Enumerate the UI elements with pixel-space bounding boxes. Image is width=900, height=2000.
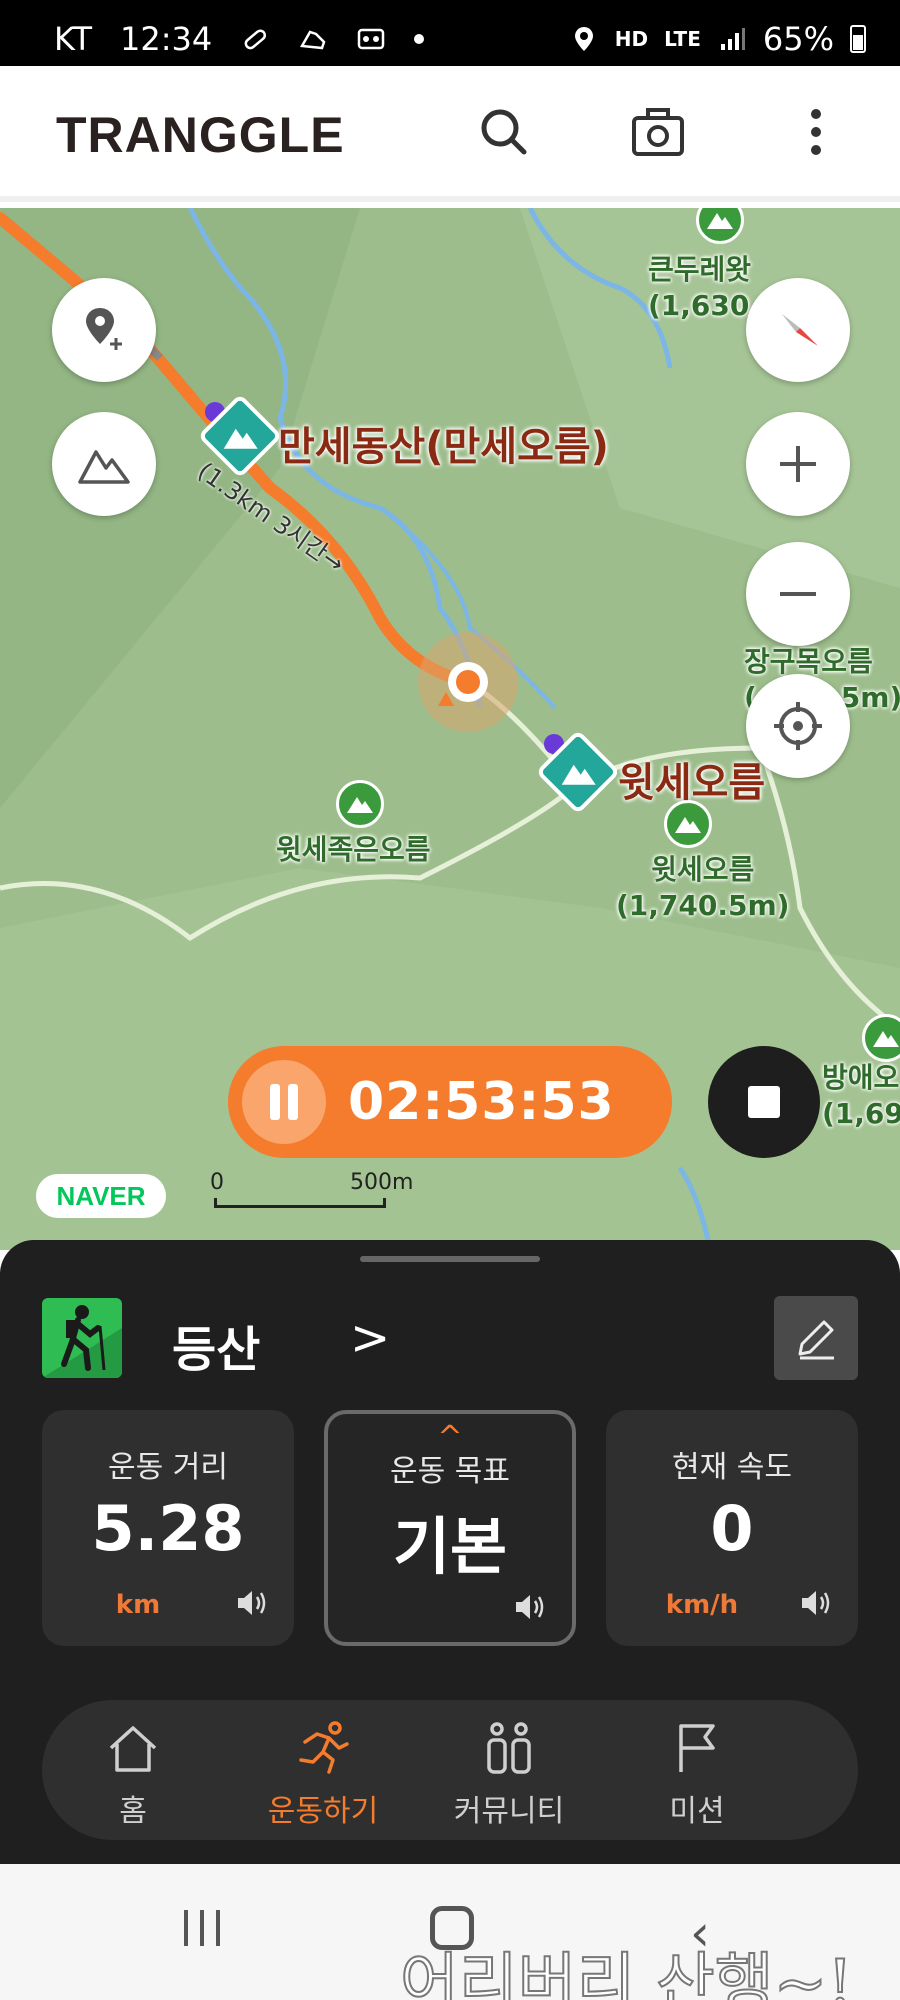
stat-value: 기본 [392, 1510, 508, 1583]
scale-length-label: 500m [350, 1170, 414, 1195]
stat-card-goal[interactable]: ^ 운동 목표 기본 [324, 1410, 576, 1646]
zoom-in-button[interactable] [746, 412, 850, 516]
nav-item-home[interactable]: 홈 [48, 1720, 218, 1830]
poi-label: 만세동산(만세오름) [278, 424, 609, 470]
running-icon [299, 1721, 349, 1774]
speaker-icon[interactable] [512, 1590, 546, 1624]
pin-plus-icon [86, 308, 122, 350]
recent-apps-icon[interactable] [180, 1908, 224, 1948]
elapsed-timer: 02:53:53 [228, 1046, 672, 1158]
stat-unit: km/h [665, 1590, 739, 1620]
stat-label: 현재 속도 [672, 1450, 792, 1485]
nav-label: 홈 [119, 1794, 147, 1829]
chevron-right-icon[interactable]: > [350, 1310, 390, 1366]
bottom-nav: 홈 운동하기 커뮤니티 미션 [42, 1700, 858, 1840]
stat-card-distance[interactable]: 운동 거리 5.28 km [42, 1410, 294, 1646]
stat-unit: km [115, 1590, 161, 1620]
notification-dot [414, 34, 425, 44]
home-icon [109, 1726, 157, 1772]
search-icon[interactable] [474, 102, 534, 162]
peak-label: 윗세족은오름 [276, 832, 431, 868]
stat-value: 0 [710, 1492, 754, 1565]
add-place-button[interactable] [52, 278, 156, 382]
clock: 12:34 [120, 20, 213, 58]
nav-label: 운동하기 [267, 1794, 379, 1829]
shoe-icon [298, 24, 328, 54]
network-type-label: LTE [664, 27, 701, 51]
carrier-label: KT [54, 20, 93, 58]
compass-icon [782, 314, 818, 346]
stat-value: 5.28 [91, 1492, 245, 1565]
hiking-icon [42, 1298, 122, 1378]
activity-type[interactable]: 등산 [172, 1310, 260, 1380]
watermark-text: 어리버리 산행~! [399, 1946, 854, 2000]
scale-start-label: 0 [210, 1170, 224, 1195]
peak-label: 윗세오름 (1,740.5m) [616, 852, 789, 924]
nav-label: 미션 [669, 1794, 725, 1829]
mountain-icon [78, 450, 130, 484]
poi-label: 윗세오름 [618, 760, 766, 806]
peak-name: 큰두레왓 [648, 253, 752, 286]
signal-icon [717, 24, 747, 54]
nav-item-community[interactable]: 커뮤니티 [424, 1720, 594, 1830]
camera-icon[interactable] [628, 102, 688, 162]
peak-elevation: 5m) [840, 681, 900, 714]
nav-item-mission[interactable]: 미션 [612, 1720, 782, 1830]
status-bar: KT 12:34 HD LTE 65% [0, 0, 900, 66]
peak-elevation: (1,699 [822, 1097, 900, 1130]
pencil-icon [798, 1320, 834, 1360]
compass-button[interactable] [746, 278, 850, 382]
speaker-icon[interactable] [798, 1586, 832, 1620]
minus-icon [780, 592, 816, 596]
cassette-icon [356, 24, 386, 54]
nav-item-workout[interactable]: 운동하기 [238, 1720, 408, 1830]
peak-name: 장구목오름 [744, 645, 873, 678]
nav-label: 커뮤니티 [453, 1794, 565, 1829]
battery-percent: 65% [762, 20, 834, 58]
crosshair-icon [774, 702, 822, 750]
edit-button[interactable] [774, 1296, 858, 1380]
peak-name: 윗세오름 [651, 853, 755, 886]
location-icon [569, 24, 599, 54]
terrain-toggle-button[interactable] [52, 412, 156, 516]
peak-marker-icon[interactable] [336, 780, 384, 828]
stat-card-speed[interactable]: 현재 속도 0 km/h [606, 1410, 858, 1646]
stat-label: 운동 목표 [390, 1454, 510, 1489]
app-logo: TRANGGLE [56, 107, 345, 163]
activity-panel: 등산 > 운동 거리 5.28 km ^ 운동 목표 기본 현재 속도 0 km… [0, 1240, 900, 1864]
hd-voice-label: HD [614, 27, 649, 51]
pause-button[interactable] [242, 1060, 326, 1144]
community-icon [487, 1722, 531, 1774]
map-scale: 0 500m [210, 1170, 413, 1210]
battery-icon [850, 25, 866, 53]
peak-label: 방애오 (1,699 [822, 1060, 900, 1132]
zoom-out-button[interactable] [746, 542, 850, 646]
my-location-button[interactable] [746, 674, 850, 778]
map-provider-logo: NAVER [36, 1174, 166, 1218]
elapsed-time: 02:53:53 [348, 1072, 615, 1132]
peak-name: 방애오 [822, 1061, 900, 1094]
stat-label: 운동 거리 [108, 1450, 228, 1485]
scale-bar [214, 1198, 386, 1208]
plus-icon [780, 446, 816, 482]
speaker-icon[interactable] [234, 1586, 268, 1620]
peak-elevation: (1,740.5m) [616, 889, 790, 922]
map-view[interactable]: 큰두레왓 (1,630.7 장구목오름 (5m) 윗세족은오름 윗세오름 (1,… [0, 208, 900, 1250]
pill-icon [240, 24, 270, 54]
stop-button[interactable] [708, 1046, 820, 1158]
more-vertical-icon[interactable] [786, 102, 846, 162]
app-header: TRANGGLE [0, 66, 900, 202]
drag-handle[interactable] [360, 1256, 540, 1262]
flag-icon [679, 1724, 715, 1772]
peak-name: 윗세족은오름 [276, 833, 431, 866]
